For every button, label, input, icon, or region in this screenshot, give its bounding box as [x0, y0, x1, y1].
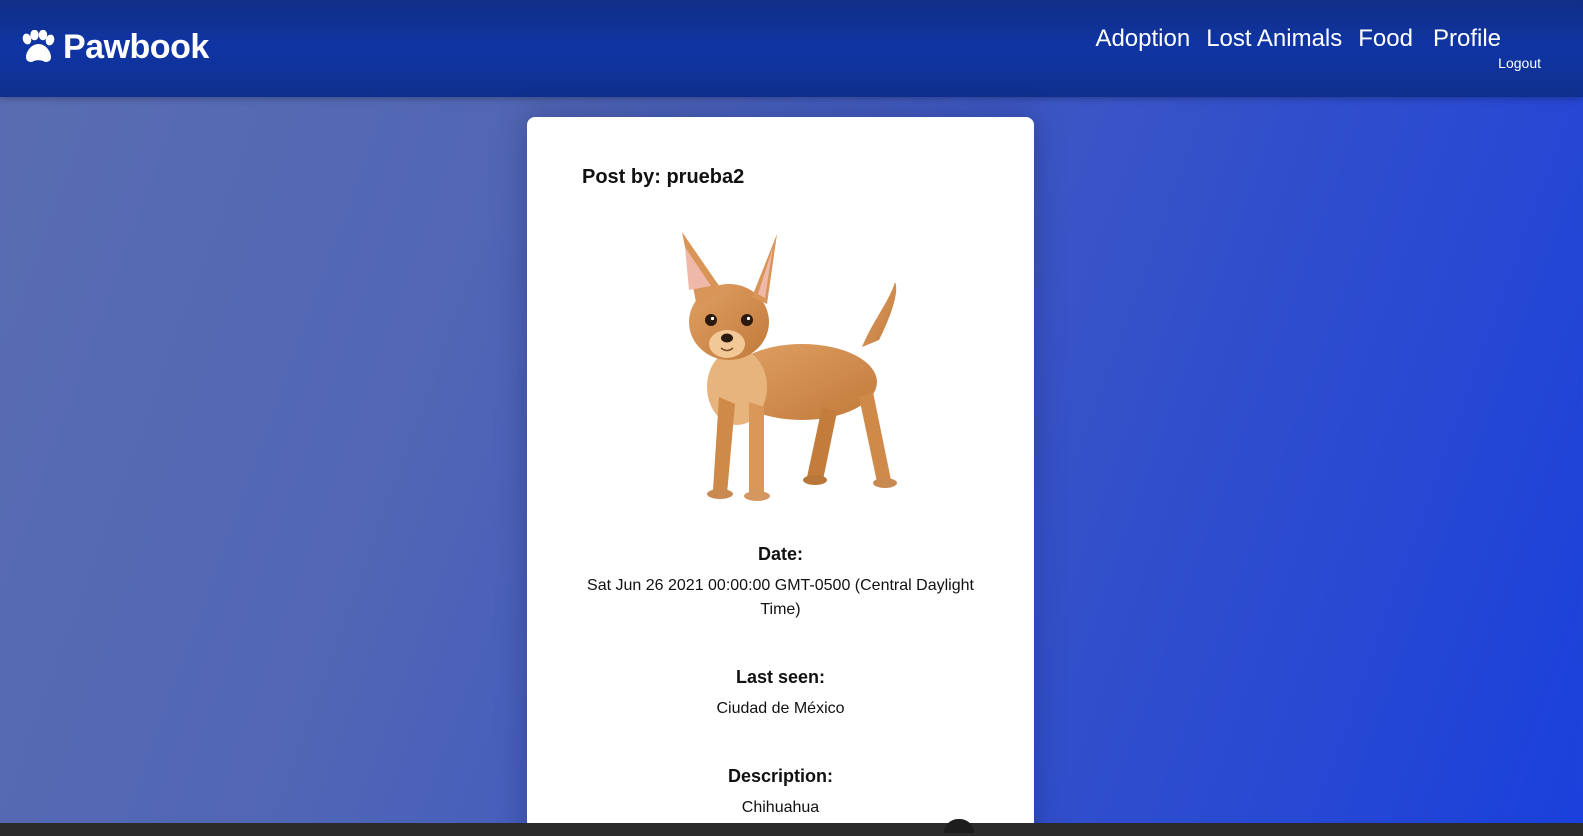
description-value: Chihuahua: [741, 799, 820, 816]
description-section: Description: Chihuahua: [582, 765, 979, 820]
nav-link-profile[interactable]: Profile: [1433, 24, 1501, 54]
chihuahua-dog-photo: [682, 232, 897, 501]
date-label: Date:: [757, 544, 803, 564]
brand-logo-link[interactable]: Pawbook: [19, 27, 209, 67]
last-seen-section: Last seen: Ciudad de México: [582, 666, 979, 721]
last-seen-label: Last seen:: [735, 667, 826, 687]
post-author: Post by: prueba2: [582, 166, 745, 188]
nav-link-lost-animals[interactable]: Lost Animals: [1206, 24, 1342, 54]
post-card: Post by: prueba2 Date: Sat Jun 26 2021 0…: [527, 117, 1034, 836]
brand-name: Pawbook: [63, 28, 209, 66]
last-seen-value: Ciudad de México: [716, 700, 845, 717]
top-navbar: Pawbook Adoption Lost Animals Food Profi…: [0, 0, 1583, 97]
description-label: Description:: [727, 766, 833, 786]
paw-icon: [22, 30, 55, 62]
logout-link[interactable]: Logout: [1498, 55, 1541, 71]
nav-link-food[interactable]: Food: [1358, 24, 1413, 54]
nav-link-adoption[interactable]: Adoption: [1095, 24, 1190, 54]
date-section: Date: Sat Jun 26 2021 00:00:00 GMT-0500 …: [582, 543, 979, 622]
browser-bottom-bar: [0, 823, 1583, 836]
main-nav: Adoption Lost Animals Food Profile: [1079, 24, 1501, 54]
date-value: Sat Jun 26 2021 00:00:00 GMT-0500 (Centr…: [587, 577, 974, 618]
